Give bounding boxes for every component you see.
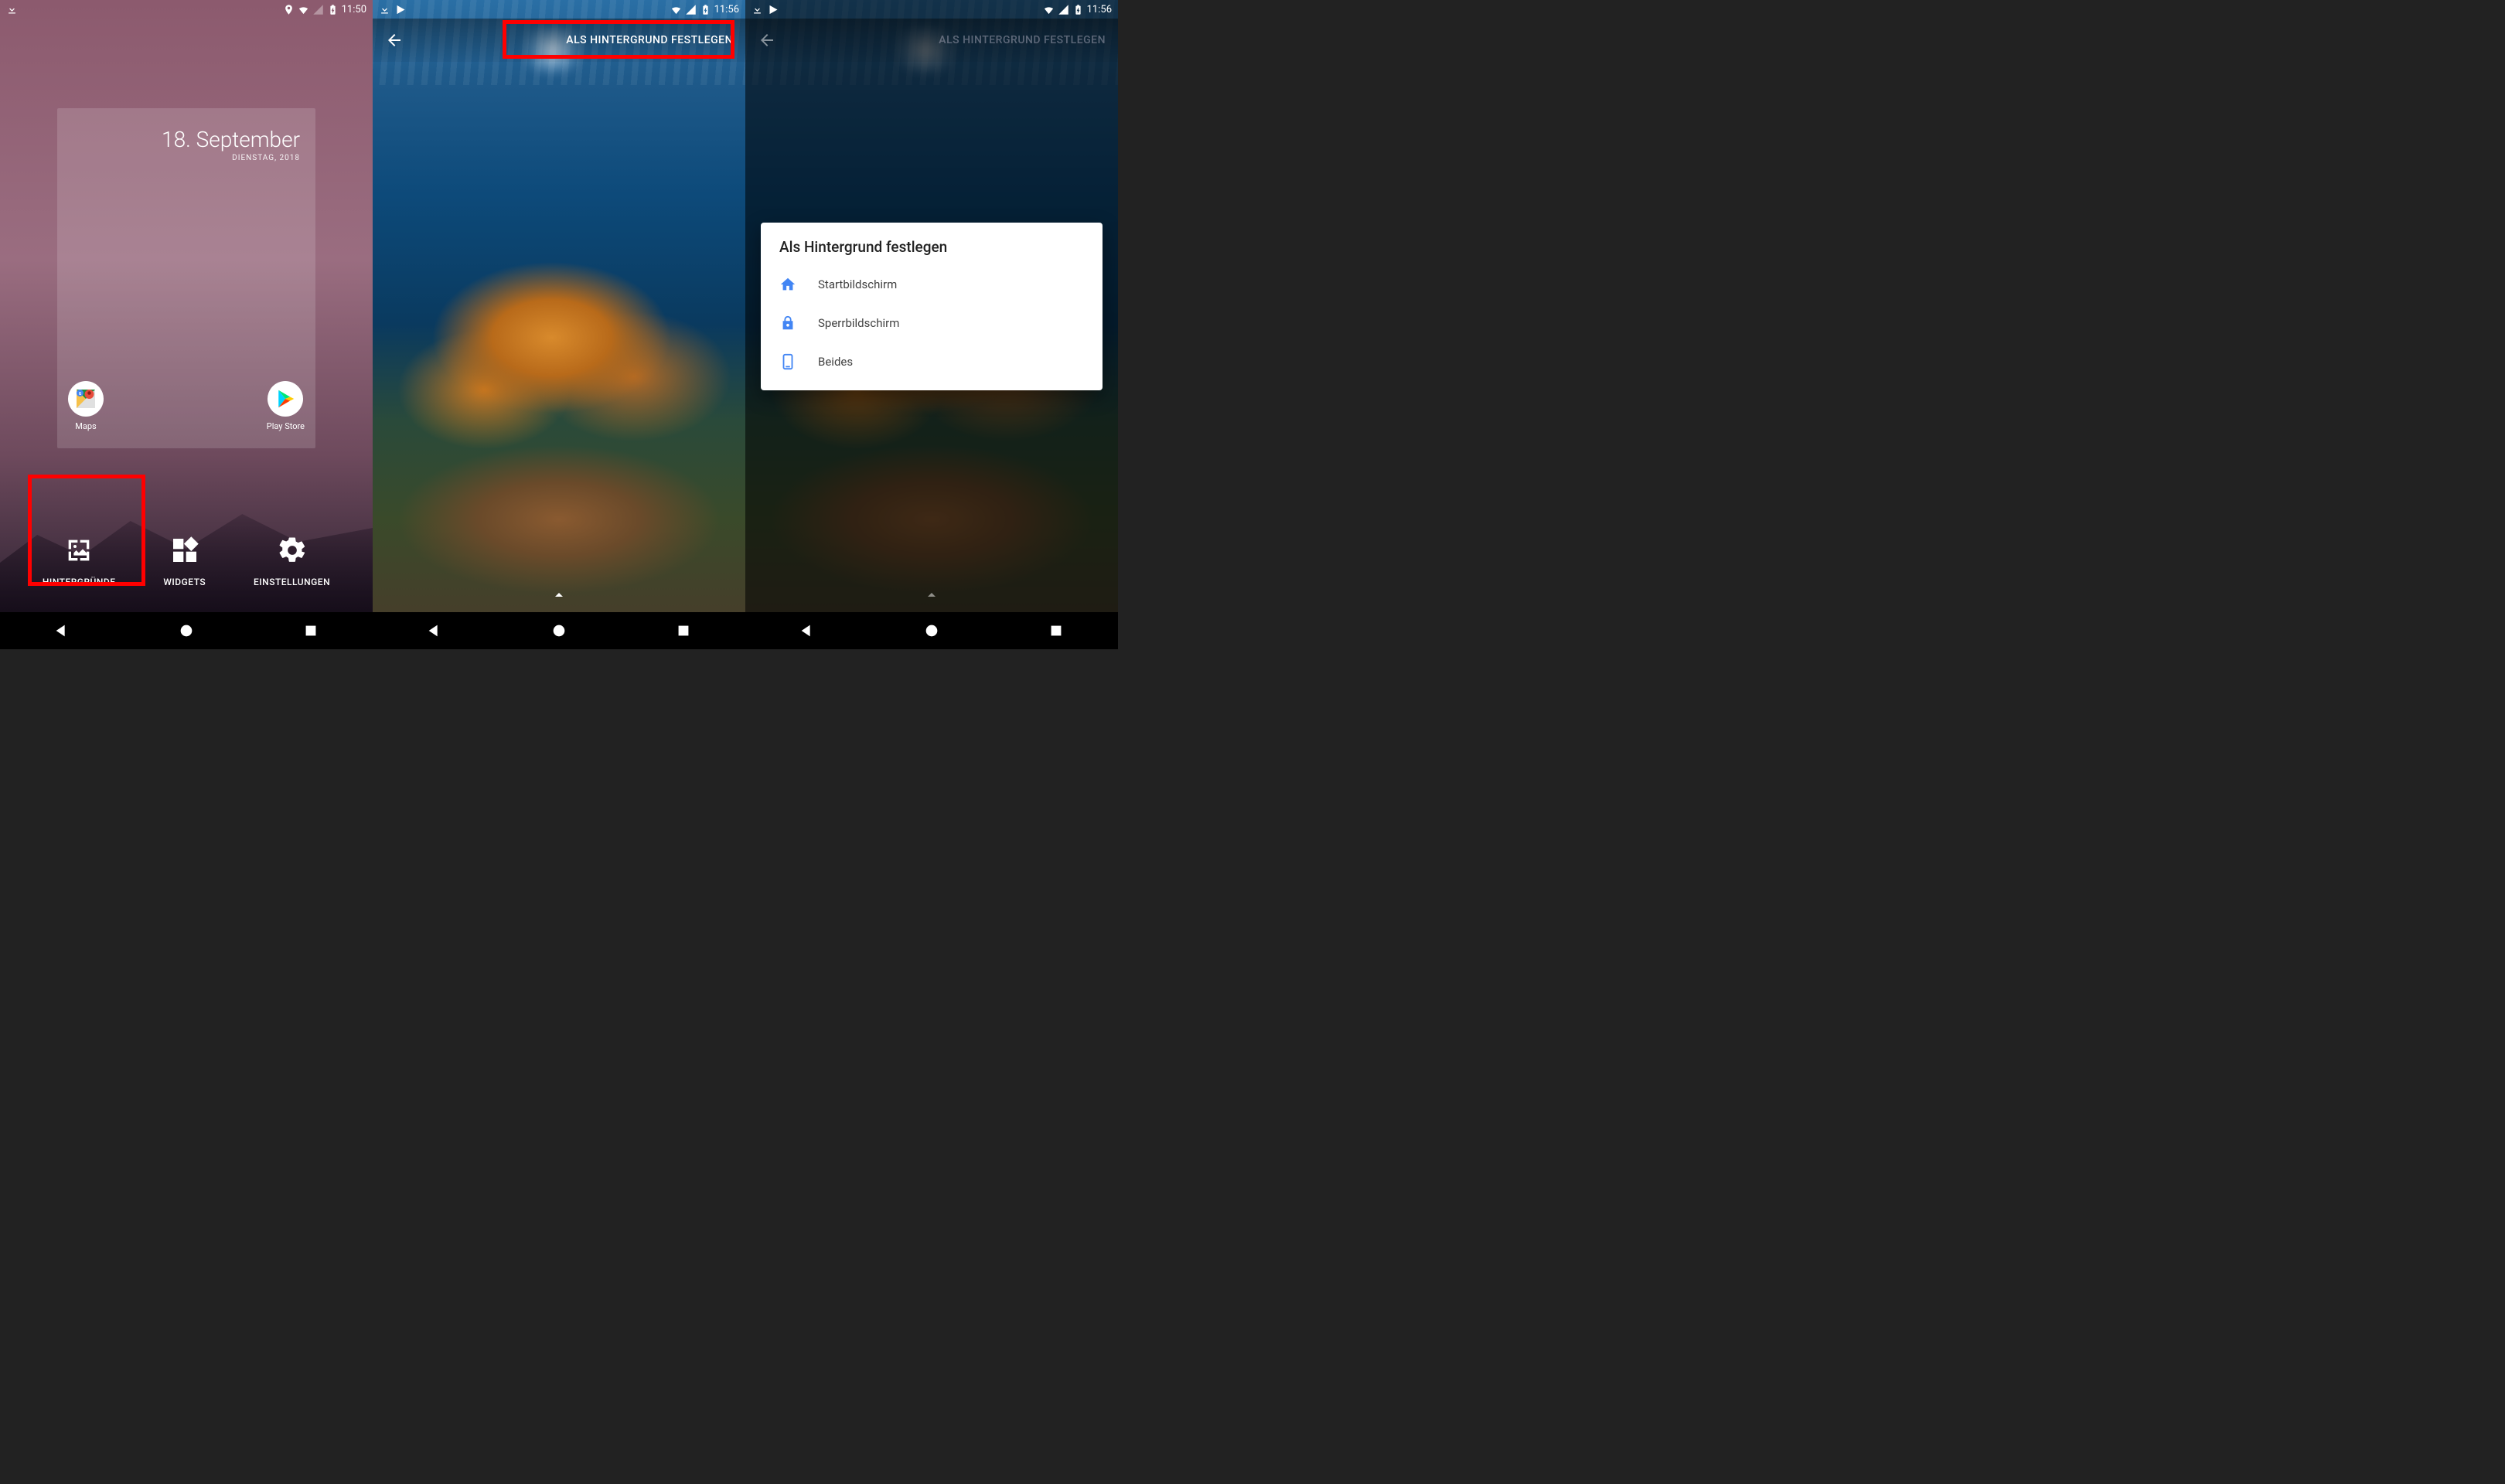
nav-recent[interactable] xyxy=(1048,622,1065,639)
nav-home[interactable] xyxy=(923,622,940,639)
app-maps-label: Maps xyxy=(75,421,96,431)
nav-back[interactable] xyxy=(53,622,70,639)
nav-back[interactable] xyxy=(426,622,443,639)
home-icon xyxy=(779,276,796,293)
status-time: 11:56 xyxy=(1087,4,1112,15)
svg-text:G: G xyxy=(79,392,82,397)
option-widgets[interactable]: WIDGETS xyxy=(163,532,206,587)
navigation-bar xyxy=(0,612,373,649)
wallpaper-reef xyxy=(373,0,745,649)
app-playstore[interactable]: Play Store xyxy=(267,381,305,431)
battery-charging-icon xyxy=(1072,4,1084,15)
dialog-option-lock-label: Sperrbildschirm xyxy=(818,316,899,330)
wifi-icon xyxy=(298,4,309,15)
option-wallpapers-label: HINTERGRÜNDE xyxy=(43,577,116,587)
nav-home[interactable] xyxy=(178,622,195,639)
nav-recent[interactable] xyxy=(302,622,319,639)
signal-icon xyxy=(312,4,324,15)
status-bar: 11:56 xyxy=(373,0,745,19)
home-widget-card[interactable]: 18. September DIENSTAG, 2018 G xyxy=(57,108,315,448)
back-button[interactable] xyxy=(758,31,776,49)
option-settings-label: EINSTELLUNGEN xyxy=(254,577,330,587)
dialog-title: Als Hintergrund festlegen xyxy=(761,238,1103,265)
appbar-set-wallpaper-button[interactable]: ALS HINTERGRUND FESTLEGEN xyxy=(566,34,733,46)
app-bar: ALS HINTERGRUND FESTLEGEN xyxy=(745,19,1118,62)
navigation-bar xyxy=(373,612,745,649)
widgets-icon xyxy=(166,532,203,569)
wallpapers-icon xyxy=(60,532,97,569)
playstore-notif-icon xyxy=(395,4,407,15)
lock-icon xyxy=(779,315,796,332)
dialog-option-both[interactable]: Beides xyxy=(761,342,1103,381)
nav-recent[interactable] xyxy=(675,622,692,639)
screen-wallpaper-dialog: 11:56 ALS HINTERGRUND FESTLEGEN Als Hint… xyxy=(745,0,1118,649)
dialog-option-both-label: Beides xyxy=(818,355,853,369)
status-time: 11:50 xyxy=(342,4,366,15)
nav-home[interactable] xyxy=(550,622,567,639)
expand-up-button[interactable] xyxy=(550,586,568,604)
app-playstore-label: Play Store xyxy=(267,421,305,431)
screen-wallpaper-preview: 11:56 ALS HINTERGRUND FESTLEGEN xyxy=(373,0,745,649)
set-wallpaper-dialog: Als Hintergrund festlegen Startbildschir… xyxy=(761,223,1103,390)
maps-icon: G xyxy=(68,381,104,417)
signal-icon xyxy=(1058,4,1069,15)
settings-icon xyxy=(274,532,311,569)
app-bar: ALS HINTERGRUND FESTLEGEN xyxy=(373,19,745,62)
dialog-option-lock[interactable]: Sperrbildschirm xyxy=(761,304,1103,342)
status-time: 11:56 xyxy=(714,4,739,15)
launcher-options-row: HINTERGRÜNDE WIDGETS EINSTELLUNGEN xyxy=(0,532,373,587)
download-icon xyxy=(379,4,390,15)
battery-charging-icon xyxy=(700,4,711,15)
app-maps[interactable]: G Maps xyxy=(68,381,104,431)
download-icon xyxy=(6,4,18,15)
download-icon xyxy=(752,4,763,15)
status-bar: 11:56 xyxy=(745,0,1118,19)
option-wallpapers[interactable]: HINTERGRÜNDE xyxy=(43,532,116,587)
appbar-set-wallpaper-button: ALS HINTERGRUND FESTLEGEN xyxy=(939,34,1106,46)
phone-icon xyxy=(779,353,796,370)
expand-up-button[interactable] xyxy=(922,586,941,604)
dialog-option-home-label: Startbildschirm xyxy=(818,277,897,291)
battery-charging-icon xyxy=(327,4,339,15)
option-settings[interactable]: EINSTELLUNGEN xyxy=(254,532,330,587)
back-button[interactable] xyxy=(385,31,404,49)
navigation-bar xyxy=(745,612,1118,649)
widget-subdate: DIENSTAG, 2018 xyxy=(73,154,300,162)
widget-date: 18. September xyxy=(73,127,300,152)
location-icon xyxy=(283,4,295,15)
playstore-icon xyxy=(268,381,303,417)
wifi-icon xyxy=(1043,4,1055,15)
screen-home-launcher: 11:50 18. September DIENSTAG, 2018 xyxy=(0,0,373,649)
signal-icon xyxy=(685,4,697,15)
nav-back[interactable] xyxy=(799,622,816,639)
status-bar: 11:50 xyxy=(0,0,373,19)
option-widgets-label: WIDGETS xyxy=(163,577,206,587)
dialog-option-home[interactable]: Startbildschirm xyxy=(761,265,1103,304)
playstore-notif-icon xyxy=(768,4,779,15)
wifi-icon xyxy=(670,4,682,15)
